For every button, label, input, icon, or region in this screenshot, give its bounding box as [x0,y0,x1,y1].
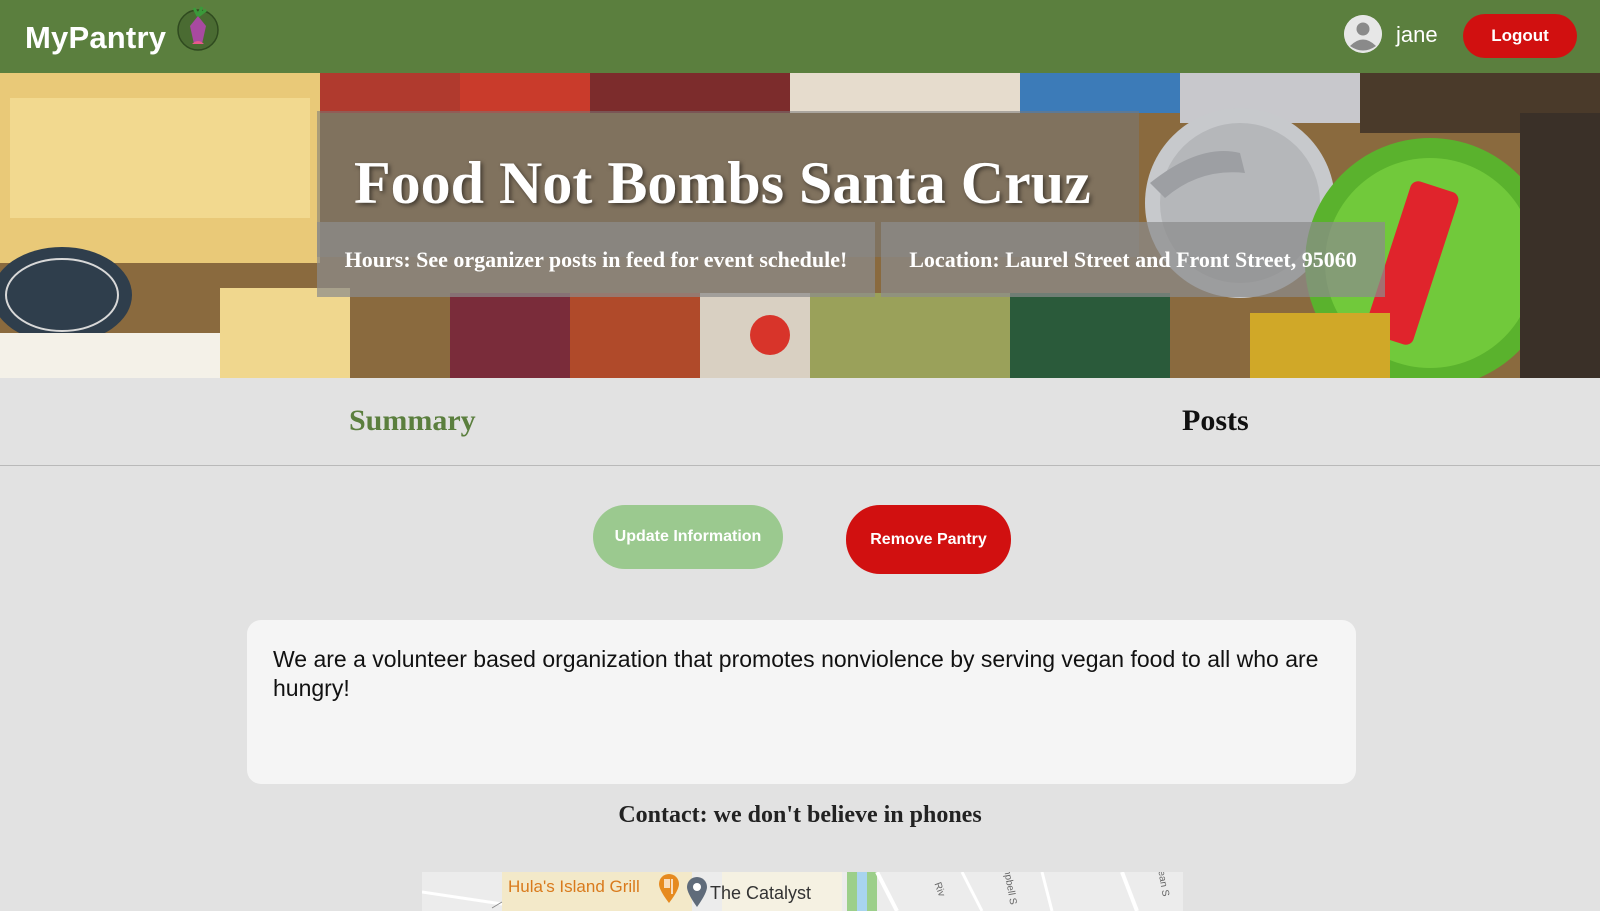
top-navbar: MyPantry jane Logout [0,0,1600,73]
map-place-hulas[interactable]: Hula's Island Grill [508,877,640,897]
map-place-catalyst[interactable]: The Catalyst [710,883,811,904]
pantry-title: Food Not Bombs Santa Cruz [354,150,1091,216]
hours-info: Hours: See organizer posts in feed for e… [317,222,875,297]
location-info: Location: Laurel Street and Front Street… [881,222,1385,297]
location-map[interactable]: Hula's Island Grill The Catalyst Riv mpb… [422,872,1183,911]
update-information-button[interactable]: Update Information [593,505,783,569]
tab-summary[interactable]: Summary [349,404,476,438]
tab-bar: Summary Posts [0,378,1600,466]
hero-banner: Food Not Bombs Santa Cruz Hours: See org… [0,73,1600,378]
contact-info: Contact: we don't believe in phones [618,802,982,828]
place-pin-icon[interactable] [686,876,708,908]
description-text: We are a volunteer based organization th… [273,646,1319,701]
pantry-logo-icon [177,6,219,51]
restaurant-pin-icon[interactable] [658,874,680,904]
description-card: We are a volunteer based organization th… [247,620,1356,784]
tab-posts[interactable]: Posts [1182,404,1249,438]
username-label[interactable]: jane [1396,22,1438,48]
brand-name[interactable]: MyPantry [25,20,166,56]
user-avatar-icon[interactable] [1344,15,1382,53]
logout-button[interactable]: Logout [1463,14,1577,58]
remove-pantry-button[interactable]: Remove Pantry [846,505,1011,574]
